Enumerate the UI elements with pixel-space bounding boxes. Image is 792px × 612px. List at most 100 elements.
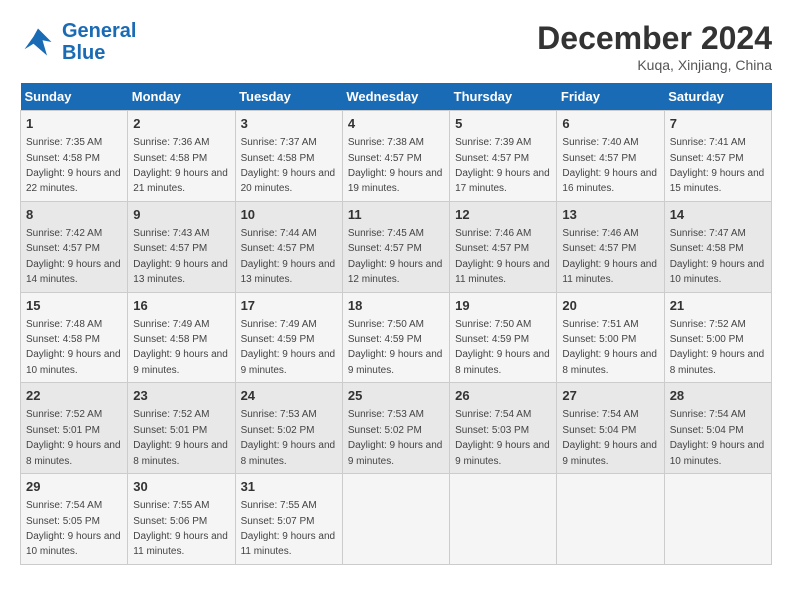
day-info: Sunrise: 7:41 AMSunset: 4:57 PMDaylight:… [670,137,765,194]
weekday-header: Saturday [664,83,771,111]
calendar-week-row: 1 Sunrise: 7:35 AMSunset: 4:58 PMDayligh… [21,111,772,202]
logo: GeneralBlue [20,20,136,64]
calendar-cell: 10 Sunrise: 7:44 AMSunset: 4:57 PMDaylig… [235,201,342,292]
day-number: 6 [562,115,658,133]
day-number: 18 [348,297,444,315]
calendar-cell: 26 Sunrise: 7:54 AMSunset: 5:03 PMDaylig… [450,383,557,474]
calendar-cell: 13 Sunrise: 7:46 AMSunset: 4:57 PMDaylig… [557,201,664,292]
day-number: 11 [348,206,444,224]
calendar-cell: 25 Sunrise: 7:53 AMSunset: 5:02 PMDaylig… [342,383,449,474]
calendar-cell: 23 Sunrise: 7:52 AMSunset: 5:01 PMDaylig… [128,383,235,474]
location: Kuqa, Xinjiang, China [537,57,772,73]
day-info: Sunrise: 7:54 AMSunset: 5:04 PMDaylight:… [562,409,657,466]
day-number: 12 [455,206,551,224]
weekday-header: Sunday [21,83,128,111]
day-info: Sunrise: 7:46 AMSunset: 4:57 PMDaylight:… [562,228,657,285]
calendar-cell: 7 Sunrise: 7:41 AMSunset: 4:57 PMDayligh… [664,111,771,202]
calendar-table: SundayMondayTuesdayWednesdayThursdayFrid… [20,83,772,565]
day-number: 28 [670,387,766,405]
day-info: Sunrise: 7:53 AMSunset: 5:02 PMDaylight:… [348,409,443,466]
day-info: Sunrise: 7:54 AMSunset: 5:03 PMDaylight:… [455,409,550,466]
weekday-header: Friday [557,83,664,111]
calendar-cell [664,474,771,565]
day-number: 19 [455,297,551,315]
day-info: Sunrise: 7:42 AMSunset: 4:57 PMDaylight:… [26,228,121,285]
day-number: 26 [455,387,551,405]
day-info: Sunrise: 7:49 AMSunset: 4:59 PMDaylight:… [241,319,336,376]
calendar-cell: 28 Sunrise: 7:54 AMSunset: 5:04 PMDaylig… [664,383,771,474]
calendar-cell: 18 Sunrise: 7:50 AMSunset: 4:59 PMDaylig… [342,292,449,383]
page-header: GeneralBlue December 2024 Kuqa, Xinjiang… [20,20,772,73]
day-number: 16 [133,297,229,315]
day-info: Sunrise: 7:36 AMSunset: 4:58 PMDaylight:… [133,137,228,194]
day-info: Sunrise: 7:45 AMSunset: 4:57 PMDaylight:… [348,228,443,285]
calendar-cell: 6 Sunrise: 7:40 AMSunset: 4:57 PMDayligh… [557,111,664,202]
day-info: Sunrise: 7:44 AMSunset: 4:57 PMDaylight:… [241,228,336,285]
day-info: Sunrise: 7:50 AMSunset: 4:59 PMDaylight:… [348,319,443,376]
day-info: Sunrise: 7:54 AMSunset: 5:04 PMDaylight:… [670,409,765,466]
day-number: 14 [670,206,766,224]
day-number: 4 [348,115,444,133]
day-number: 10 [241,206,337,224]
calendar-cell: 12 Sunrise: 7:46 AMSunset: 4:57 PMDaylig… [450,201,557,292]
weekday-header: Wednesday [342,83,449,111]
day-number: 3 [241,115,337,133]
day-info: Sunrise: 7:46 AMSunset: 4:57 PMDaylight:… [455,228,550,285]
logo-icon [20,24,56,60]
day-number: 9 [133,206,229,224]
day-info: Sunrise: 7:51 AMSunset: 5:00 PMDaylight:… [562,319,657,376]
calendar-cell: 31 Sunrise: 7:55 AMSunset: 5:07 PMDaylig… [235,474,342,565]
day-info: Sunrise: 7:47 AMSunset: 4:58 PMDaylight:… [670,228,765,285]
day-info: Sunrise: 7:50 AMSunset: 4:59 PMDaylight:… [455,319,550,376]
weekday-header-row: SundayMondayTuesdayWednesdayThursdayFrid… [21,83,772,111]
day-number: 29 [26,478,122,496]
calendar-cell: 24 Sunrise: 7:53 AMSunset: 5:02 PMDaylig… [235,383,342,474]
month-title: December 2024 [537,20,772,57]
calendar-cell [342,474,449,565]
weekday-header: Tuesday [235,83,342,111]
day-number: 13 [562,206,658,224]
calendar-cell [450,474,557,565]
calendar-cell: 4 Sunrise: 7:38 AMSunset: 4:57 PMDayligh… [342,111,449,202]
logo-text: GeneralBlue [62,20,136,64]
day-info: Sunrise: 7:43 AMSunset: 4:57 PMDaylight:… [133,228,228,285]
day-number: 21 [670,297,766,315]
calendar-cell: 14 Sunrise: 7:47 AMSunset: 4:58 PMDaylig… [664,201,771,292]
calendar-cell: 1 Sunrise: 7:35 AMSunset: 4:58 PMDayligh… [21,111,128,202]
day-number: 22 [26,387,122,405]
calendar-cell: 8 Sunrise: 7:42 AMSunset: 4:57 PMDayligh… [21,201,128,292]
calendar-cell: 15 Sunrise: 7:48 AMSunset: 4:58 PMDaylig… [21,292,128,383]
day-info: Sunrise: 7:55 AMSunset: 5:06 PMDaylight:… [133,500,228,557]
calendar-cell: 29 Sunrise: 7:54 AMSunset: 5:05 PMDaylig… [21,474,128,565]
day-number: 25 [348,387,444,405]
calendar-cell: 21 Sunrise: 7:52 AMSunset: 5:00 PMDaylig… [664,292,771,383]
calendar-cell: 20 Sunrise: 7:51 AMSunset: 5:00 PMDaylig… [557,292,664,383]
day-info: Sunrise: 7:40 AMSunset: 4:57 PMDaylight:… [562,137,657,194]
day-number: 31 [241,478,337,496]
day-info: Sunrise: 7:53 AMSunset: 5:02 PMDaylight:… [241,409,336,466]
calendar-cell [557,474,664,565]
calendar-cell: 22 Sunrise: 7:52 AMSunset: 5:01 PMDaylig… [21,383,128,474]
day-info: Sunrise: 7:35 AMSunset: 4:58 PMDaylight:… [26,137,121,194]
calendar-cell: 5 Sunrise: 7:39 AMSunset: 4:57 PMDayligh… [450,111,557,202]
day-info: Sunrise: 7:52 AMSunset: 5:01 PMDaylight:… [26,409,121,466]
weekday-header: Monday [128,83,235,111]
calendar-week-row: 15 Sunrise: 7:48 AMSunset: 4:58 PMDaylig… [21,292,772,383]
calendar-cell: 27 Sunrise: 7:54 AMSunset: 5:04 PMDaylig… [557,383,664,474]
day-info: Sunrise: 7:38 AMSunset: 4:57 PMDaylight:… [348,137,443,194]
day-number: 17 [241,297,337,315]
day-number: 5 [455,115,551,133]
day-number: 8 [26,206,122,224]
title-block: December 2024 Kuqa, Xinjiang, China [537,20,772,73]
day-info: Sunrise: 7:49 AMSunset: 4:58 PMDaylight:… [133,319,228,376]
calendar-week-row: 8 Sunrise: 7:42 AMSunset: 4:57 PMDayligh… [21,201,772,292]
day-info: Sunrise: 7:39 AMSunset: 4:57 PMDaylight:… [455,137,550,194]
calendar-cell: 19 Sunrise: 7:50 AMSunset: 4:59 PMDaylig… [450,292,557,383]
day-number: 7 [670,115,766,133]
calendar-cell: 30 Sunrise: 7:55 AMSunset: 5:06 PMDaylig… [128,474,235,565]
day-number: 27 [562,387,658,405]
calendar-cell: 9 Sunrise: 7:43 AMSunset: 4:57 PMDayligh… [128,201,235,292]
calendar-cell: 2 Sunrise: 7:36 AMSunset: 4:58 PMDayligh… [128,111,235,202]
calendar-week-row: 22 Sunrise: 7:52 AMSunset: 5:01 PMDaylig… [21,383,772,474]
calendar-cell: 3 Sunrise: 7:37 AMSunset: 4:58 PMDayligh… [235,111,342,202]
